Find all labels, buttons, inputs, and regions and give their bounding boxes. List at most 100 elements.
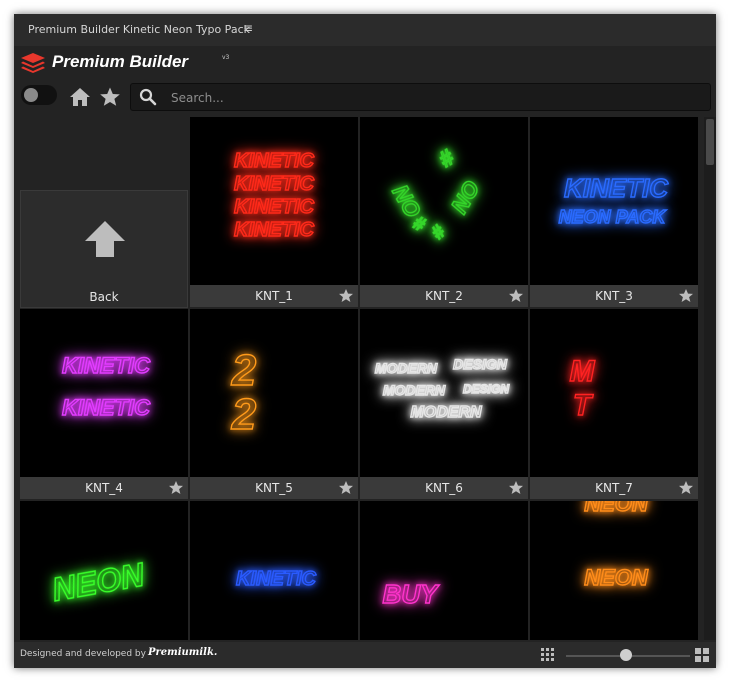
neon-preview-text: T <box>573 389 594 422</box>
favorite-star-icon[interactable] <box>508 288 524 304</box>
favorite-star-icon[interactable] <box>338 480 354 496</box>
preset-caption: KNT_7 <box>530 477 698 499</box>
preset-tile[interactable]: KINETIC KINETIC KINETIC KINETIC KNT_1 <box>190 117 358 307</box>
preset-caption: KNT_2 <box>360 285 528 307</box>
neon-preview-text: DESIGN <box>453 356 508 372</box>
preset-tile[interactable]: KINETIC <box>190 501 358 640</box>
neon-preview-text: KINETIC <box>234 173 315 195</box>
plugin-window: Premium Builder Kinetic Neon Typo Pack ≡… <box>14 14 716 668</box>
preset-preview[interactable]: KINETIC KINETIC KINETIC KINETIC <box>190 117 358 285</box>
neon-preview-text: KINETIC <box>234 196 315 218</box>
small-grid-icon[interactable] <box>541 648 555 662</box>
preset-tile[interactable]: KINETIC KINETIC KNT_4 <box>20 309 188 499</box>
search-input[interactable] <box>169 87 693 109</box>
preset-tile[interactable]: KINETIC NEON PACK KNT_3 <box>530 117 698 307</box>
toggle-knob <box>24 88 38 102</box>
brand-version: v3 <box>222 54 230 61</box>
preset-label: KNT_6 <box>425 481 463 495</box>
preset-label: KNT_7 <box>595 481 633 495</box>
home-icon[interactable] <box>68 86 92 108</box>
favorite-star-icon[interactable] <box>508 480 524 496</box>
neon-preview-text: MODERN <box>383 382 446 398</box>
favorite-star-icon[interactable] <box>338 288 354 304</box>
neon-preview-graphic: KINETICKINETICKINETICKINETIC <box>233 149 315 241</box>
preset-tile[interactable]: NEON NEON <box>530 501 698 640</box>
neon-preview-text: NEON <box>584 565 649 590</box>
neon-preview-text: DESIGN <box>463 382 509 396</box>
preset-preview[interactable]: BUY <box>360 501 528 640</box>
neon-preview-text: MODERN <box>410 404 482 421</box>
toolbar <box>14 82 716 114</box>
brand-name: Premium Builder <box>52 52 189 71</box>
preset-caption: KNT_3 <box>530 285 698 307</box>
neon-preview-text: KINETIC <box>62 395 151 420</box>
neon-preview-text: NEON <box>49 556 147 608</box>
neon-preview-graphic: BUY <box>382 578 441 609</box>
preset-caption: KNT_1 <box>190 285 358 307</box>
neon-preview-text: NO <box>446 177 484 218</box>
scrollbar[interactable] <box>704 117 716 640</box>
preset-caption: KNT_6 <box>360 477 528 499</box>
preset-label: KNT_5 <box>255 481 293 495</box>
hamburger-icon[interactable]: ≡ <box>243 21 253 35</box>
preset-preview[interactable]: NEON NEON <box>530 501 698 640</box>
credit-text: Designed and developed by <box>20 649 146 659</box>
mode-toggle[interactable] <box>21 85 57 105</box>
large-grid-icon[interactable] <box>695 648 709 662</box>
preset-preview[interactable]: KINETIC NEON PACK <box>530 117 698 285</box>
preset-preview[interactable]: NO # # # NO <box>360 117 528 285</box>
favorite-star-icon[interactable] <box>168 480 184 496</box>
preset-label: KNT_1 <box>255 289 293 303</box>
favorite-star-icon[interactable] <box>678 288 694 304</box>
favorite-star-icon[interactable] <box>678 480 694 496</box>
preset-tile[interactable]: NEON <box>20 501 188 640</box>
neon-preview-graphic: NEON NEON <box>584 501 650 591</box>
preset-preview[interactable]: MODERN DESIGN MODERN DESIGN MODERN <box>360 309 528 477</box>
arrow-up-icon <box>85 221 125 257</box>
preset-caption: KNT_5 <box>190 477 358 499</box>
neon-preview-graphic: MODERN DESIGN MODERN DESIGN MODERN <box>374 355 510 421</box>
layers-icon <box>21 53 45 73</box>
neon-preview-graphic: MT <box>569 354 596 422</box>
preset-preview[interactable]: 22 <box>190 309 358 477</box>
neon-preview-text: MODERN <box>375 360 438 376</box>
neon-preview-text: KINETIC <box>236 568 317 590</box>
preset-label: KNT_4 <box>85 481 123 495</box>
neon-preview-graphic: NO## #NO <box>387 144 486 244</box>
neon-preview-graphic: 22 <box>230 345 257 439</box>
neon-preview-text: NEON PACK <box>559 207 668 227</box>
preset-preview[interactable]: NEON <box>20 501 188 640</box>
neon-preview-text: # <box>428 222 449 244</box>
zoom-slider-knob[interactable] <box>620 649 632 661</box>
neon-preview-graphic: KINETIC KINETIC <box>61 352 152 420</box>
window-title: Premium Builder Kinetic Neon Typo Pack <box>28 23 250 36</box>
search-icon <box>139 88 157 106</box>
preset-preview[interactable]: KINETIC <box>190 501 358 640</box>
neon-preview-text: 2 <box>231 390 257 439</box>
search-bar <box>130 83 711 111</box>
favorites-star-icon[interactable] <box>98 86 122 108</box>
preset-tile[interactable]: BUY <box>360 501 528 640</box>
neon-preview-text: NEON <box>584 501 649 516</box>
title-bar: Premium Builder Kinetic Neon Typo Pack ≡ <box>14 14 716 46</box>
neon-preview-graphic: KINETIC <box>235 567 317 590</box>
neon-preview-text: KINETIC <box>234 150 315 172</box>
preset-tile[interactable]: 2 2 KNT_5 <box>190 309 358 499</box>
neon-preview-text: KINETIC <box>62 353 151 378</box>
preset-caption: KNT_4 <box>20 477 188 499</box>
neon-preview-graphic: NEON <box>49 556 149 609</box>
neon-preview-text: M <box>570 355 596 388</box>
neon-preview-text: BUY <box>383 579 441 609</box>
back-tile[interactable]: Back <box>20 117 188 308</box>
preset-tile[interactable]: MODERN DESIGN MODERN DESIGN MODERN KNT_6 <box>360 309 528 499</box>
credit-brand-logo: Premiumilk. <box>148 647 218 658</box>
preset-tile[interactable]: M T KNT_7 <box>530 309 698 499</box>
preset-label: KNT_2 <box>425 289 463 303</box>
footer: Designed and developed by Premiumilk. <box>14 642 716 668</box>
preset-preview[interactable]: KINETIC KINETIC <box>20 309 188 477</box>
preset-preview[interactable]: MT <box>530 309 698 477</box>
back-label: Back <box>89 290 119 304</box>
neon-preview-text: 2 <box>231 346 257 395</box>
scrollbar-thumb[interactable] <box>706 119 714 165</box>
preset-tile[interactable]: NO # # # NO KNT_2 <box>360 117 528 307</box>
